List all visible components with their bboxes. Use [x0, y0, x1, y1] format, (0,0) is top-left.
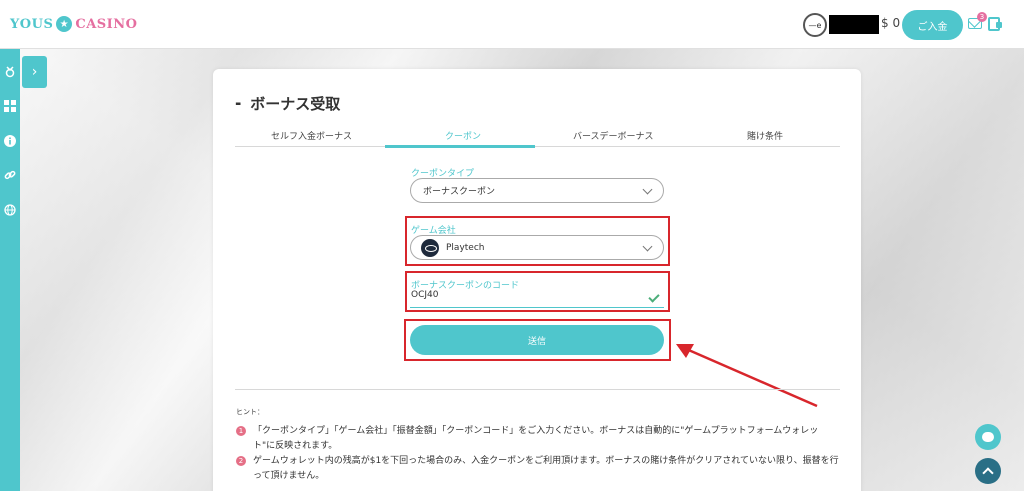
game-company-select[interactable]: Playtech	[410, 235, 664, 260]
page-title-text: ボーナス受取	[250, 95, 341, 113]
globe-icon[interactable]	[3, 203, 17, 217]
chevron-down-icon	[642, 241, 653, 252]
title-dash-icon: ╸	[236, 95, 251, 113]
tab-wagering-requirements[interactable]: 賭け条件	[747, 129, 783, 142]
logo-star-icon: ★	[56, 16, 73, 32]
medal-icon[interactable]	[3, 65, 17, 79]
hint-item: 2 ゲームウォレット内の残高が$1を下回った場合のみ、入金クーポンをご利用頂けま…	[236, 454, 840, 484]
chat-button[interactable]	[975, 424, 1001, 450]
chevron-up-icon	[982, 467, 994, 479]
mail-count-badge: 3	[977, 12, 987, 22]
active-tab-indicator	[385, 145, 535, 148]
chat-bubble-icon	[982, 432, 994, 442]
logout-icon[interactable]	[988, 17, 1002, 31]
scroll-to-top-button[interactable]	[975, 458, 1001, 484]
top-header: YOUS ★ CASINO —e $ 0 ご入金 3	[0, 0, 1024, 49]
game-company-value: Playtech	[446, 242, 485, 253]
tab-coupon[interactable]: クーポン	[445, 129, 481, 142]
hint-title: ヒント：	[236, 408, 264, 416]
site-logo[interactable]: YOUS ★ CASINO	[10, 16, 137, 32]
info-icon[interactable]	[3, 134, 17, 148]
logo-text-left: YOUS	[10, 16, 54, 32]
annotation-arrow-icon	[676, 344, 818, 408]
tab-birthday-bonus[interactable]: バースデーボーナス	[573, 129, 654, 142]
sidebar-expand-button[interactable]: ›	[22, 56, 47, 88]
deposit-button[interactable]: ご入金	[902, 10, 963, 40]
page-title: ╸ ボーナス受取	[236, 93, 340, 114]
bonus-tabs: セルフ入金ボーナス クーポン バースデーボーナス 賭け条件	[235, 127, 840, 147]
sidebar	[0, 49, 20, 491]
submit-button[interactable]: 送信	[410, 325, 664, 355]
coupon-type-value: ボーナスクーポン	[423, 187, 496, 197]
hint-text: ゲームウォレット内の残高が$1を下回った場合のみ、入金クーポンをご利用頂けます。…	[253, 456, 839, 481]
tab-self-deposit-bonus[interactable]: セルフ入金ボーナス	[271, 129, 352, 142]
section-divider	[235, 389, 840, 390]
grid-icon[interactable]	[3, 99, 17, 113]
hint-number-badge: 2	[236, 456, 246, 466]
username-redacted	[829, 15, 879, 34]
chevron-down-icon	[642, 184, 653, 195]
hint-item: 1 「クーポンタイプ」「ゲーム会社」「振替金額」「クーポンコード」をご入力くださ…	[236, 424, 840, 454]
hint-number-badge: 1	[236, 426, 246, 436]
logo-text-right: CASINO	[75, 16, 138, 32]
hint-text: 「クーポンタイプ」「ゲーム会社」「振替金額」「クーポンコード」をご入力ください。…	[253, 426, 819, 451]
avatar[interactable]: —e	[803, 13, 827, 37]
link-icon[interactable]	[3, 168, 17, 182]
balance-display: $ 0	[881, 16, 901, 30]
playtech-logo-icon	[421, 238, 439, 257]
coupon-code-input[interactable]: OCJ40	[410, 290, 664, 308]
coupon-type-select[interactable]: ボーナスクーポン	[410, 178, 664, 203]
